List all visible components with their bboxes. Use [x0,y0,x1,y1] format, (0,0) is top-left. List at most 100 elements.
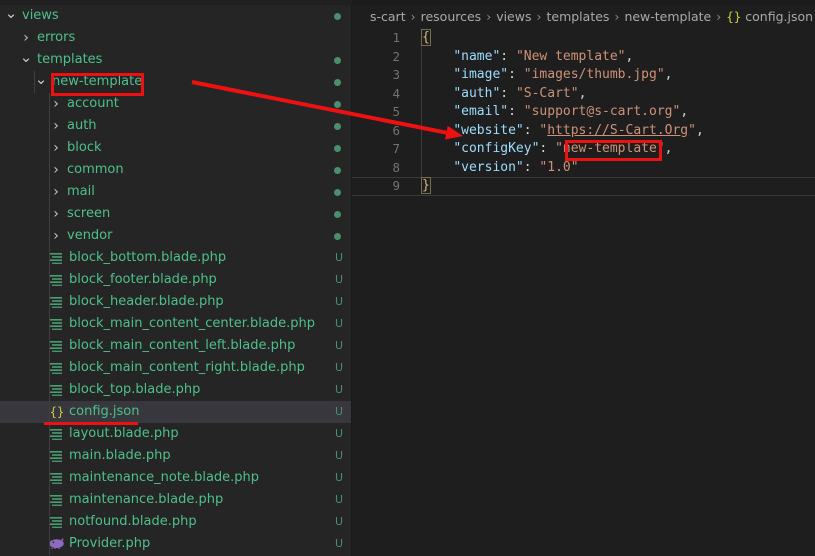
code-token-str: " [688,122,696,138]
tree-item-label: block_bottom.blade.php [69,250,227,265]
tree-item-block-footer-blade-php[interactable]: block_footer.blade.php U [0,269,352,291]
git-status-badge: U [334,295,344,308]
modified-dot-indicator [334,101,341,108]
tree-item-block-main-content-right-blade-php[interactable]: block_main_content_right.blade.php U [0,357,352,379]
code-line-text: "image": "images/thumb.jpg", [422,66,672,85]
chevron-right-icon[interactable]: › [49,115,63,137]
tree-indent-guide [34,71,35,93]
tree-item-block-header-blade-php[interactable]: block_header.blade.php U [0,291,352,313]
code-token-key: "auth" [453,85,501,101]
tree-item-maintenance-blade-php[interactable]: maintenance.blade.php U [0,489,352,511]
tree-item-label: Provider.php [69,536,151,551]
git-status-badge: U [334,317,344,330]
blade-file-icon [49,291,65,313]
git-status-badge: U [334,471,344,484]
code-token-punct: , [680,104,689,119]
code-line[interactable]: 5 "email": "support@s-cart.org", [352,103,815,122]
tree-item-config-json[interactable]: {} config.json U [0,401,352,423]
code-token-key: "image" [453,67,509,82]
blade-file-icon [49,423,65,445]
tree-item-layout-blade-php[interactable]: layout.blade.php U [0,423,352,445]
tree-item-vendor[interactable]: › vendor [0,225,352,247]
tree-item-views[interactable]: ⌄ views [0,5,352,27]
breadcrumb-file-name[interactable]: config.json [741,9,813,24]
chevron-right-icon[interactable]: › [49,225,63,247]
code-line[interactable]: 9} [352,177,815,196]
code-line-text: "email": "support@s-cart.org", [422,103,688,122]
chevron-right-icon[interactable]: › [19,27,33,49]
line-number: 1 [392,30,400,45]
tree-item-main-blade-php[interactable]: main.blade.php U [0,445,352,467]
chevron-right-icon[interactable]: › [49,137,63,159]
code-token-str: "support@s-cart.org" [523,104,681,119]
tree-item-maintenance-note-blade-php[interactable]: maintenance_note.blade.php U [0,467,352,489]
git-status-badge: U [334,449,344,462]
tree-item-block-main-content-left-blade-php[interactable]: block_main_content_left.blade.php U [0,335,352,357]
breadcrumb-separator-icon: › [410,9,416,24]
tree-item-label: account [67,96,119,111]
matching-brace: { [421,29,431,46]
breadcrumb-crumb[interactable]: views [496,9,531,24]
tree-item-label: block_top.blade.php [69,382,201,397]
tree-item-notfound-blade-php[interactable]: notfound.blade.php U [0,511,352,533]
breadcrumb-crumb[interactable]: resources [421,9,482,24]
chevron-down-icon[interactable]: ⌄ [19,49,33,66]
breadcrumb-crumb[interactable]: new-template [624,9,711,24]
code-line[interactable]: 2 "name": "New template", [352,48,815,67]
code-token-str: "S-Cart" [515,85,579,101]
code-editor[interactable]: 1{2 "name": "New template", 3 "image": "i… [352,29,815,556]
git-status-badge: U [334,515,344,528]
git-status-badge: U [334,493,344,506]
tree-item-block-top-blade-php[interactable]: block_top.blade.php U [0,379,352,401]
tree-item-mail[interactable]: › mail [0,181,352,203]
modified-dot-indicator [334,167,341,174]
breadcrumb[interactable]: s-cart › resources › views › templates › new-tem… [352,5,815,29]
tree-item-errors[interactable]: › errors [0,27,352,49]
tree-indent-guide [49,93,50,555]
modified-dot-indicator [334,123,341,130]
code-line[interactable]: 8 "version": "1.0" [352,159,815,178]
code-line[interactable]: 4 "auth": "S-Cart", [352,85,815,104]
tree-item-label: layout.blade.php [69,426,179,441]
code-line[interactable]: 6 "website": "https://S-Cart.Org", [352,122,815,141]
editor-pane: s-cart › resources › views › templates › new-tem… [352,5,815,556]
chevron-right-icon[interactable]: › [49,93,63,115]
modified-dot-indicator [334,57,341,64]
code-line[interactable]: 3 "image": "images/thumb.jpg", [352,66,815,85]
chevron-right-icon[interactable]: › [49,203,63,225]
tree-item-common[interactable]: › common [0,159,352,181]
tree-item-block-main-content-center-blade-php[interactable]: block_main_content_center.blade.php U [0,313,352,335]
tree-item-screen[interactable]: › screen [0,203,352,225]
tree-item-account[interactable]: › account [0,93,352,115]
breadcrumb-crumb[interactable]: templates [546,9,609,24]
code-line-text: } [421,177,431,196]
tree-item-block[interactable]: › block [0,137,352,159]
explorer-sidebar[interactable]: ⌄ views › errors ⌄ templates ⌄ new-template › acc… [0,5,352,556]
tree-item-label: vendor [67,228,113,243]
tree-item-block-bottom-blade-php[interactable]: block_bottom.blade.php U [0,247,352,269]
code-token-punct: , [625,48,634,64]
chevron-down-icon[interactable]: ⌄ [34,71,48,88]
breadcrumb-crumb[interactable]: s-cart [370,9,406,24]
tree-item-provider-php[interactable]: Provider.php U [0,533,352,555]
blade-file-icon [49,489,65,511]
code-lines[interactable]: 1{2 "name": "New template", 3 "image": "i… [352,29,815,196]
code-line[interactable]: 7 "configKey": "new-template", [352,140,815,159]
tree-item-new-template[interactable]: ⌄ new-template [0,71,352,93]
chevron-right-icon[interactable]: › [49,159,63,181]
tree-item-label: config.json [69,404,140,419]
code-line[interactable]: 1{ [352,29,815,48]
modified-dot-indicator [334,79,341,86]
chevron-right-icon[interactable]: › [49,181,63,203]
tree-item-templates[interactable]: ⌄ templates [0,49,352,71]
code-token-str: "New template" [515,48,626,64]
tree-item-auth[interactable]: › auth [0,115,352,137]
tree-item-label: auth [67,118,97,133]
code-token-str: "1.0" [539,159,579,175]
code-token-key: "website" [453,122,524,138]
chevron-down-icon[interactable]: ⌄ [4,5,18,22]
code-line-text: "auth": "S-Cart", [422,85,586,104]
